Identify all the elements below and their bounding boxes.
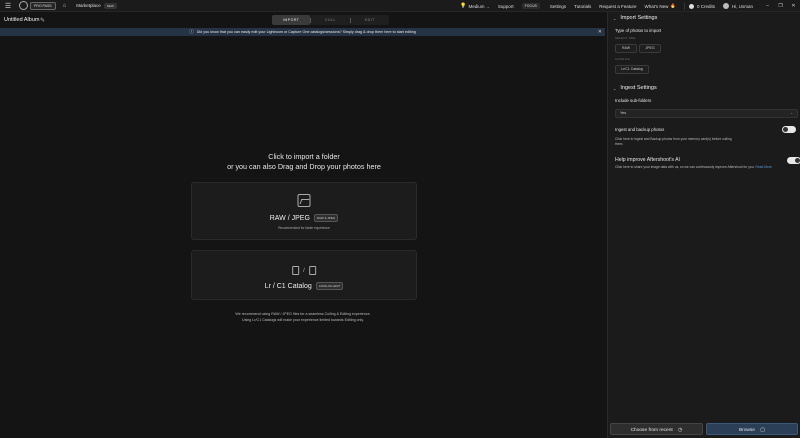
- history-icon: ◷: [678, 427, 683, 433]
- recommendation-line-2: Using Lr/C1 Catalogs will make your expe…: [242, 318, 364, 323]
- avatar: [722, 3, 729, 9]
- pro-pass-badge[interactable]: PRO PASS: [30, 1, 56, 10]
- chevron-down-icon: ⌄: [486, 3, 490, 9]
- capture-one-file-icon: [308, 266, 316, 275]
- raw-jpeg-subtitle: Recommended for faster experience: [278, 226, 330, 230]
- support-link[interactable]: Support: [498, 4, 514, 9]
- catalog-title: Lr / C1 Catalog: [264, 282, 312, 290]
- ingest-backup-label: Ingest and backup photos: [615, 127, 665, 132]
- settings-link[interactable]: Settings: [550, 4, 566, 9]
- catalog-icons: /: [292, 266, 316, 275]
- include-subfolders-value: Yes: [620, 111, 627, 115]
- recommendation-text: We recommend using RAW / JPEG files for …: [228, 311, 378, 323]
- info-banner: ⓘ Did you know that you can easily edit …: [0, 28, 605, 36]
- ingest-settings-header[interactable]: ⌄ Ingest Settings: [613, 85, 657, 91]
- chevron-down-icon: ⌄: [613, 15, 617, 21]
- coin-icon: [688, 3, 694, 9]
- ingest-backup-toggle[interactable]: [782, 126, 796, 133]
- import-settings-header[interactable]: ⌄ Import Settings: [613, 15, 657, 21]
- top-navigation-bar: ☰ PRO PASS ⌂ Marketplace NEW 💡 Medium ⌄ …: [0, 0, 800, 12]
- image-icon: [297, 194, 311, 207]
- step-cull[interactable]: CULL: [311, 15, 349, 25]
- ingest-settings-title: Ingest Settings: [620, 85, 657, 91]
- chevron-down-icon: ⌄: [613, 85, 617, 91]
- choose-from-recent-button[interactable]: Choose from recent ◷: [610, 423, 703, 435]
- toggle-knob: [795, 158, 800, 163]
- help-improve-label: Help improve Aftershoot's AI: [615, 157, 680, 163]
- performance-mode-label: Medium: [468, 3, 485, 9]
- edit-pencil-icon[interactable]: ✎: [40, 17, 45, 24]
- chevron-down-icon: ⌄: [790, 111, 793, 115]
- help-improve-toggle[interactable]: [787, 157, 800, 164]
- raw-jpeg-badge: RAW & JPEG: [313, 214, 339, 222]
- import-dropzone-text[interactable]: Click to import a folder or you can also…: [190, 152, 418, 172]
- include-subfolders-select[interactable]: Yes ⌄: [615, 109, 798, 118]
- catalog-option[interactable]: Lr/C1 Catalog: [615, 65, 649, 74]
- request-feature-link[interactable]: Request a Feature: [599, 4, 636, 9]
- info-icon: ⓘ: [189, 29, 194, 34]
- help-improve-text: Click here to share your image data with…: [615, 165, 755, 169]
- toggle-knob: [783, 127, 788, 132]
- divider: [683, 2, 685, 10]
- import-settings-title: Import Settings: [620, 15, 658, 21]
- catalog-heading: Lr / C1 Catalog CATALOG EDIT: [192, 282, 416, 290]
- focus-badge[interactable]: FOCUS: [521, 3, 540, 9]
- read-more-link[interactable]: Read More: [755, 165, 771, 169]
- lightroom-file-icon: [292, 266, 300, 275]
- new-badge: NEW: [103, 2, 117, 9]
- import-settings-panel: ⌄ Import Settings Type of photos to impo…: [607, 12, 800, 438]
- tutorials-link[interactable]: Tutorials: [574, 4, 591, 9]
- choose-from-recent-label: Choose from recent: [630, 428, 673, 433]
- album-title[interactable]: Untitled Album: [4, 17, 39, 23]
- home-icon[interactable]: ⌂: [63, 3, 67, 9]
- raw-jpeg-card[interactable]: RAW / JPEG RAW & JPEG Recommended for fa…: [191, 182, 417, 240]
- close-icon[interactable]: ✕: [598, 28, 602, 36]
- top-navigation-right: 💡 Medium ⌄ Support FOCUS Settings Tutori…: [460, 0, 800, 12]
- credits-display[interactable]: 0 Credits: [688, 3, 715, 9]
- select-one-hint: SELECT ONE: [615, 36, 636, 40]
- browse-label: Browse: [738, 428, 755, 433]
- app-logo: [19, 1, 28, 10]
- whats-new-label: What's New: [644, 3, 669, 9]
- catalog-hint: CATALOG: [615, 57, 631, 61]
- performance-mode-dropdown[interactable]: 💡 Medium ⌄: [460, 3, 490, 9]
- catalog-card[interactable]: / Lr / C1 Catalog CATALOG EDIT: [191, 250, 417, 300]
- marketplace-link[interactable]: Marketplace: [76, 3, 101, 8]
- help-improve-title: Help improve Aftershoot's AI: [615, 157, 680, 163]
- folder-icon: ▢: [760, 427, 766, 433]
- lightbulb-icon: 💡: [460, 3, 467, 9]
- maximize-icon[interactable]: ❐: [774, 3, 787, 9]
- user-menu[interactable]: Hi, Usman: [722, 3, 753, 9]
- slash-divider: /: [303, 267, 305, 274]
- browse-button[interactable]: Browse ▢: [706, 423, 798, 435]
- import-folder-prompt: Click to import a folder: [268, 152, 340, 161]
- minimize-icon[interactable]: –: [761, 3, 774, 9]
- help-improve-description: Click here to share your image data with…: [615, 165, 790, 170]
- user-greeting: Hi, Usman: [731, 3, 753, 9]
- info-banner-text: Did you know that you can easily edit yo…: [196, 30, 416, 34]
- raw-jpeg-heading: RAW / JPEG RAW & JPEG: [192, 214, 416, 222]
- fire-icon: 🔥: [670, 3, 676, 8]
- raw-jpeg-title: RAW / JPEG: [269, 214, 310, 222]
- jpeg-option[interactable]: JPEG: [639, 44, 661, 53]
- whats-new-link[interactable]: What's New 🔥: [644, 3, 675, 9]
- drag-drop-prompt: or you can also Drag and Drop your photo…: [227, 162, 381, 171]
- step-edit[interactable]: EDIT: [351, 15, 389, 25]
- include-subfolders-label: Include sub-folders: [615, 98, 652, 103]
- menu-icon[interactable]: ☰: [3, 1, 13, 11]
- ingest-backup-description: Click here to ingest and Backup photos f…: [615, 137, 732, 146]
- workflow-steps: IMPORT CULL EDIT: [272, 15, 389, 25]
- photo-type-label: Type of photos to import: [615, 28, 662, 33]
- step-import[interactable]: IMPORT: [272, 15, 311, 25]
- close-window-icon[interactable]: ✕: [787, 3, 800, 9]
- raw-option[interactable]: RAW: [615, 44, 637, 53]
- credits-label: 0 Credits: [696, 3, 715, 9]
- catalog-badge: CATALOG EDIT: [315, 282, 344, 290]
